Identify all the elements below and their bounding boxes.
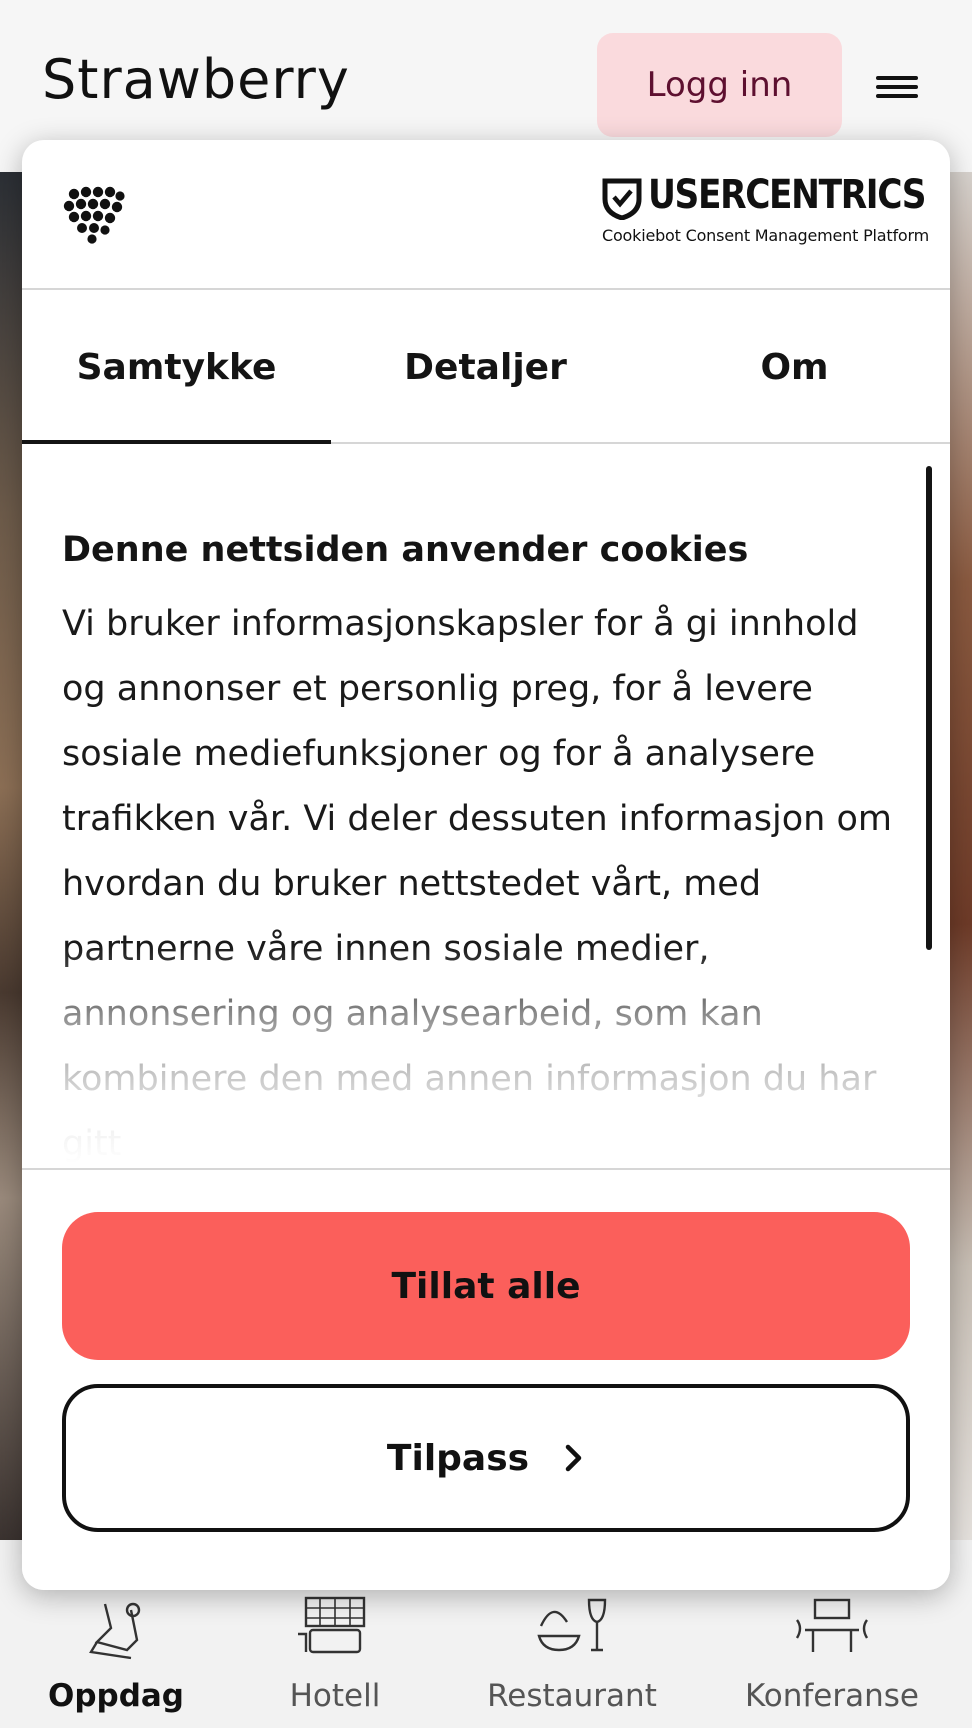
dialog-header: USERCENTRICS Cookiebot Consent Managemen…	[22, 140, 950, 290]
hero-edge-right	[950, 172, 972, 1540]
tab-om[interactable]: Om	[640, 292, 949, 442]
nav-label: Hotell	[289, 1678, 381, 1714]
consent-title: Denne nettsiden anvender cookies	[62, 530, 749, 570]
usercentrics-wordmark: USERCENTRICS	[648, 172, 927, 218]
hero-edge-left	[0, 172, 22, 1540]
consent-content[interactable]: Denne nettsiden anvender cookies Vi bruk…	[22, 446, 950, 1164]
cookiebot-heart-logo-icon	[63, 186, 125, 244]
shield-check-icon	[602, 178, 642, 220]
allow-all-button[interactable]: Tillat alle	[62, 1212, 910, 1360]
cookie-consent-dialog: USERCENTRICS Cookiebot Consent Managemen…	[22, 140, 950, 1590]
hotel-icon	[298, 1596, 366, 1654]
consent-description: Vi bruker informasjonskapsler for å gi i…	[62, 604, 892, 1164]
usercentrics-subtitle: Cookiebot Consent Management Platform	[602, 226, 929, 245]
tab-samtykke[interactable]: Samtykke	[22, 292, 331, 444]
nav-label: Restaurant	[487, 1678, 657, 1714]
chevron-right-icon	[565, 1444, 582, 1472]
usercentrics-logo: USERCENTRICS Cookiebot Consent Managemen…	[602, 172, 929, 248]
customize-button[interactable]: Tilpass	[62, 1384, 910, 1532]
nav-label: Konferanse	[745, 1678, 919, 1714]
restaurant-icon	[537, 1598, 607, 1652]
hamburger-menu-icon[interactable]	[868, 66, 930, 106]
consent-tabs: Samtykke Detaljer Om	[22, 292, 950, 444]
tab-detaljer[interactable]: Detaljer	[331, 292, 640, 442]
content-scrollbar[interactable]	[926, 466, 932, 950]
brand-logo[interactable]: Strawberry	[42, 48, 350, 111]
conference-icon	[795, 1598, 869, 1652]
dialog-footer: Tillat alle Tilpass	[22, 1168, 950, 1590]
customize-label: Tilpass	[386, 1437, 530, 1479]
nav-label: Oppdag	[47, 1678, 185, 1714]
login-button[interactable]: Logg inn	[597, 33, 842, 137]
discover-icon	[89, 1602, 141, 1660]
